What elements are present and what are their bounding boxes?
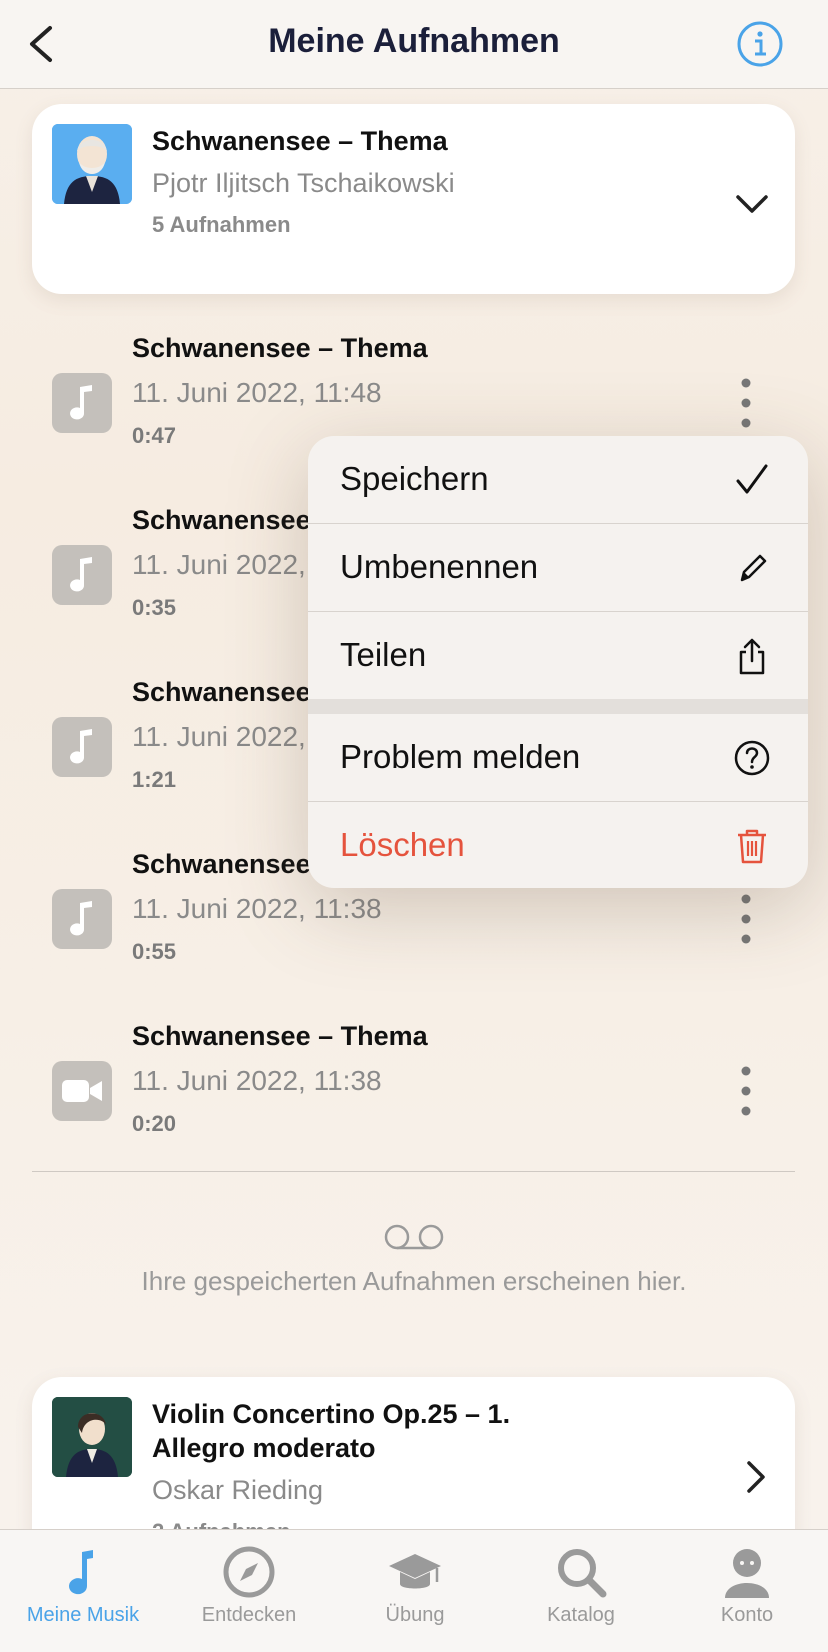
more-vertical-icon[interactable]	[730, 1059, 762, 1123]
more-vertical-icon[interactable]	[730, 371, 762, 435]
person-icon	[725, 1549, 769, 1598]
tab-bar: Meine Musik Entdecken Übung Katalog Kont…	[0, 1529, 828, 1652]
recording-title: Schwanensee	[132, 505, 311, 535]
recording-duration: 0:35	[132, 595, 177, 620]
piece-title: Schwanensee – Thema	[152, 126, 448, 156]
search-icon	[558, 1549, 607, 1598]
voicemail-icon	[384, 1224, 444, 1250]
piece-card-schwanensee[interactable]: Schwanensee – Thema Pjotr Iljitsch Tscha…	[32, 104, 795, 294]
info-icon[interactable]	[736, 20, 784, 68]
compass-icon	[223, 1546, 275, 1598]
recording-title: Schwanensee	[132, 849, 311, 879]
menu-item-label: Löschen	[340, 826, 465, 863]
menu-item-save[interactable]: Speichern	[308, 436, 808, 524]
tab-label: Entdecken	[201, 1604, 297, 1626]
piece-title-line-1: Violin Concertino Op.25 – 1.	[152, 1399, 511, 1429]
recording-duration: 0:55	[132, 939, 177, 964]
menu-item-label: Umbenennen	[340, 548, 539, 585]
recording-title: Schwanensee – Thema	[132, 1021, 428, 1051]
menu-item-label: Problem melden	[340, 738, 581, 775]
tab-practice[interactable]: Übung	[332, 1530, 498, 1640]
menu-item-share[interactable]: Teilen	[308, 612, 808, 699]
recording-duration: 0:47	[132, 423, 177, 448]
music-note-icon	[52, 373, 112, 433]
menu-separator	[308, 699, 808, 714]
composer-name: Oskar Rieding	[152, 1475, 324, 1505]
empty-state-text: Ihre gespeicherten Aufnahmen erscheinen …	[141, 1266, 687, 1296]
navigation-header: Meine Aufnahmen	[0, 0, 828, 89]
music-note-icon	[52, 889, 112, 949]
video-camera-icon	[52, 1061, 112, 1121]
tab-account[interactable]: Konto	[664, 1530, 828, 1640]
menu-item-rename[interactable]: Umbenennen	[308, 524, 808, 612]
piece-title-line-2: Allegro moderato	[152, 1433, 376, 1463]
share-icon	[739, 638, 765, 675]
music-note-icon	[52, 545, 112, 605]
recording-count: 5 Aufnahmen	[152, 212, 291, 237]
recording-duration: 0:20	[132, 1111, 177, 1136]
tab-discover[interactable]: Entdecken	[166, 1530, 332, 1640]
graduation-cap-icon	[389, 1554, 441, 1589]
recording-duration: 1:21	[132, 767, 177, 792]
menu-item-label: Speichern	[340, 460, 489, 497]
composer-portrait	[52, 124, 132, 204]
tab-my-music[interactable]: Meine Musik	[0, 1530, 166, 1640]
menu-item-delete[interactable]: Löschen	[308, 802, 808, 888]
recording-date: 11. Juni 2022,	[132, 549, 306, 580]
tab-label: Katalog	[547, 1604, 615, 1626]
pencil-icon	[740, 554, 767, 582]
composer-name: Pjotr Iljitsch Tschaikowski	[152, 168, 455, 198]
recording-title: Schwanensee	[132, 677, 311, 707]
recording-title: Schwanensee – Thema	[132, 333, 428, 363]
music-note-icon	[52, 717, 112, 777]
context-menu: Speichern Umbenennen Teilen Problem meld…	[308, 436, 808, 888]
tab-label: Übung	[385, 1604, 445, 1626]
music-note-icon	[69, 1550, 93, 1595]
menu-item-label: Teilen	[340, 636, 427, 673]
recording-date: 11. Juni 2022, 11:38	[132, 893, 382, 924]
question-circle-icon	[734, 740, 770, 776]
tab-label: Konto	[720, 1604, 774, 1626]
menu-item-report-problem[interactable]: Problem melden	[308, 714, 808, 802]
trash-icon	[738, 829, 766, 864]
recording-date: 11. Juni 2022, 11:38	[132, 1065, 382, 1096]
chevron-down-icon[interactable]	[732, 184, 772, 224]
chevron-right-icon[interactable]	[736, 1457, 776, 1497]
checkmark-icon	[736, 464, 768, 494]
tab-catalog[interactable]: Katalog	[498, 1530, 664, 1640]
tab-label: Meine Musik	[26, 1604, 140, 1626]
more-vertical-icon[interactable]	[730, 887, 762, 951]
piece-title: Violin Concertino Op.25 – 1. Allegro mod…	[152, 1397, 510, 1465]
divider	[32, 1171, 795, 1172]
composer-portrait	[52, 1397, 132, 1477]
recording-date: 11. Juni 2022, 11:48	[132, 377, 382, 408]
page-title: Meine Aufnahmen	[268, 22, 560, 60]
recording-row[interactable]: Schwanensee – Thema 11. Juni 2022, 11:38…	[0, 1021, 828, 1171]
recording-date: 11. Juni 2022,	[132, 721, 306, 752]
